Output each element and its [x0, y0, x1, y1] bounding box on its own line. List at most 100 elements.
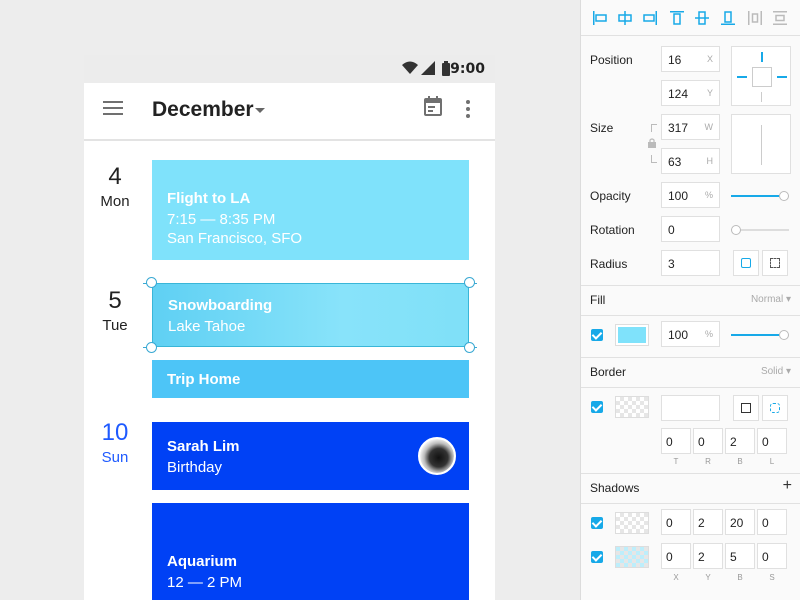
fill-color — [618, 327, 646, 343]
height-input[interactable]: 63 H — [661, 148, 720, 174]
rotation-input[interactable]: 0 — [661, 216, 720, 242]
border-color-input[interactable] — [661, 395, 720, 421]
phone-artboard[interactable]: 9:00 December 4 Mon 5 Tue 10 Sun Flight … — [84, 55, 495, 600]
border-inside-button[interactable] — [762, 395, 788, 421]
day-header-4: 4 Mon — [100, 163, 130, 210]
shadow-1-spread-input[interactable]: 0 — [757, 509, 787, 535]
position-y-input[interactable]: 124 Y — [661, 80, 720, 106]
align-left-icon[interactable] — [591, 9, 609, 27]
border-bottom-input[interactable]: 2 — [725, 428, 755, 454]
caption-right: R — [705, 457, 711, 466]
caption-bottom: B — [737, 457, 743, 466]
day-header-5: 5 Tue — [100, 287, 130, 334]
event-time: 7:15 — 8:35 PM — [167, 211, 276, 228]
event-card-flight[interactable]: Flight to LA 7:15 — 8:35 PM San Francisc… — [152, 160, 469, 260]
menu-icon[interactable] — [103, 101, 123, 117]
day-number: 4 — [108, 163, 122, 190]
distribute-vertical-icon[interactable] — [771, 9, 789, 27]
radius-uniform-button[interactable] — [733, 250, 759, 276]
border-left-input[interactable]: 0 — [757, 428, 787, 454]
position-label: Position — [590, 53, 633, 67]
slider-knob[interactable] — [779, 191, 789, 201]
shadow-1-blur-input[interactable]: 20 — [725, 509, 755, 535]
rotation-slider[interactable] — [731, 225, 789, 235]
fill-opacity-value: 100 — [668, 328, 689, 342]
more-vert-icon[interactable] — [466, 100, 470, 121]
month-title[interactable]: December — [152, 98, 254, 122]
event-card-aquarium[interactable]: Aquarium 12 — 2 PM — [152, 503, 469, 600]
caption-y: Y — [705, 573, 711, 582]
border-top-input[interactable]: 0 — [661, 428, 691, 454]
shadow-2-blur-input[interactable]: 5 — [725, 543, 755, 569]
align-center-horizontal-icon[interactable] — [616, 9, 634, 27]
resize-handle-bottom-right[interactable] — [464, 342, 475, 353]
app-bar: December — [84, 83, 495, 141]
radius-independent-button[interactable] — [762, 250, 788, 276]
position-x-unit: X — [706, 54, 713, 64]
opacity-unit: % — [704, 190, 713, 200]
position-y-value: 124 — [668, 87, 689, 101]
border-outside-button[interactable] — [733, 395, 759, 421]
avatar — [418, 437, 456, 475]
slider-knob[interactable] — [731, 225, 741, 235]
border-right-input[interactable]: 0 — [693, 428, 723, 454]
shadow-1-color-swatch[interactable] — [615, 512, 649, 534]
status-time: 9:00 — [450, 61, 485, 77]
day-number: 5 — [108, 287, 122, 314]
day-weekday: Tue — [102, 317, 128, 334]
status-bar: 9:00 — [84, 55, 495, 83]
opacity-label: Opacity — [590, 189, 631, 203]
shadow-2-checkbox[interactable] — [591, 551, 603, 563]
caption-top: T — [673, 457, 679, 466]
border-section: Border Solid ▾ 0 0 2 0 T R B L — [581, 357, 800, 473]
opacity-slider[interactable] — [731, 191, 789, 201]
opacity-value: 100 — [668, 189, 689, 203]
shadow-1-x-input[interactable]: 0 — [661, 509, 691, 535]
wifi-icon — [402, 61, 418, 74]
shadow-2-spread-input[interactable]: 0 — [757, 543, 787, 569]
align-bottom-icon[interactable] — [719, 9, 737, 27]
resize-handle-top-right[interactable] — [464, 277, 475, 288]
constraints-widget[interactable] — [731, 46, 791, 106]
align-top-icon[interactable] — [668, 9, 686, 27]
resize-handle-bottom-left[interactable] — [146, 342, 157, 353]
align-right-icon[interactable] — [641, 9, 659, 27]
border-color-swatch[interactable] — [615, 396, 649, 418]
chevron-down-icon[interactable] — [255, 108, 265, 113]
resize-handle-top-left[interactable] — [146, 277, 157, 288]
shadows-section: Shadows + 0 2 20 0 0 2 5 0 X Y B S — [581, 473, 800, 600]
shadow-2-x-input[interactable]: 0 — [661, 543, 691, 569]
border-style-dropdown[interactable]: Solid ▾ — [761, 366, 791, 377]
border-enabled-checkbox[interactable] — [591, 401, 603, 413]
lock-icon[interactable] — [648, 138, 656, 148]
design-canvas[interactable]: 9:00 December 4 Mon 5 Tue 10 Sun Flight … — [0, 0, 580, 600]
event-card-snowboarding-selected[interactable]: Snowboarding Lake Tahoe — [152, 283, 469, 347]
caption-left: L — [769, 457, 775, 466]
fill-enabled-checkbox[interactable] — [591, 329, 603, 341]
add-shadow-button[interactable]: + — [783, 477, 792, 495]
distribute-horizontal-icon[interactable] — [746, 9, 764, 27]
width-input[interactable]: 317 W — [661, 114, 720, 140]
shadow-1-y-input[interactable]: 2 — [693, 509, 723, 535]
event-title: Snowboarding — [168, 297, 273, 314]
opacity-input[interactable]: 100 % — [661, 182, 720, 208]
calendar-icon[interactable] — [424, 96, 442, 116]
radius-value: 3 — [668, 257, 675, 271]
event-title: Sarah Lim — [167, 438, 240, 455]
shadow-2-y-input[interactable]: 2 — [693, 543, 723, 569]
fill-section: Fill Normal ▾ 100 % — [581, 285, 800, 357]
slider-knob[interactable] — [779, 330, 789, 340]
event-card-trip-home[interactable]: Trip Home — [152, 360, 469, 398]
align-center-vertical-icon[interactable] — [693, 9, 711, 27]
fill-blend-dropdown[interactable]: Normal ▾ — [751, 294, 791, 305]
shadow-1-checkbox[interactable] — [591, 517, 603, 529]
signal-icon — [421, 61, 435, 75]
fill-opacity-input[interactable]: 100 % — [661, 321, 720, 347]
radius-input[interactable]: 3 — [661, 250, 720, 276]
resizing-widget[interactable] — [731, 114, 791, 174]
fill-color-swatch[interactable] — [615, 324, 649, 346]
position-x-input[interactable]: 16 X — [661, 46, 720, 72]
fill-opacity-slider[interactable] — [731, 330, 789, 340]
shadow-2-color-swatch[interactable] — [615, 546, 649, 568]
event-card-sarah-birthday[interactable]: Sarah Lim Birthday — [152, 422, 469, 490]
